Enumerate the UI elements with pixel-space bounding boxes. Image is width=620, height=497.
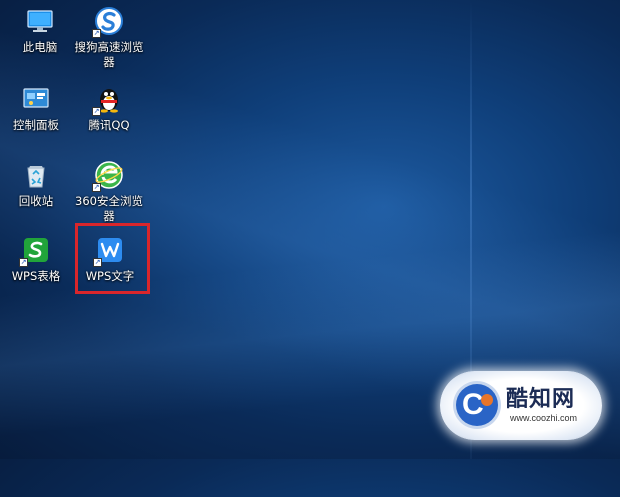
sogou-browser-icon: ↗ bbox=[92, 6, 124, 38]
desktop-icon-sogou-browser[interactable]: ↗ 搜狗高速浏览器 bbox=[74, 6, 144, 70]
highlight-box bbox=[75, 223, 150, 294]
shortcut-arrow-icon: ↗ bbox=[92, 29, 101, 38]
desktop-icon-this-pc[interactable]: 此电脑 bbox=[5, 6, 75, 55]
shortcut-arrow-icon: ↗ bbox=[92, 183, 101, 192]
360-browser-icon: ↗ bbox=[92, 160, 124, 192]
icon-label: 控制面板 bbox=[13, 118, 59, 132]
icon-label: WPS表格 bbox=[11, 269, 61, 283]
shortcut-arrow-icon: ↗ bbox=[92, 107, 101, 116]
desktop-icon-control-panel[interactable]: 控制面板 bbox=[1, 84, 71, 133]
computer-icon bbox=[25, 6, 55, 36]
wps-spreadsheet-icon: ↗ bbox=[19, 235, 51, 267]
coozhi-logo-icon: C bbox=[456, 384, 498, 426]
icon-label: 360安全浏览器 bbox=[75, 194, 143, 223]
icon-label: 搜狗高速浏览器 bbox=[74, 40, 144, 69]
control-panel-icon bbox=[21, 84, 51, 114]
desktop-icon-360-browser[interactable]: ↗ 360安全浏览器 bbox=[74, 160, 144, 224]
desktop-icon-recycle-bin[interactable]: 回收站 bbox=[1, 160, 71, 209]
logo-letter: C bbox=[462, 388, 484, 421]
logo-dot bbox=[481, 394, 493, 406]
icon-label: 回收站 bbox=[18, 194, 54, 208]
watermark: C 酷知网 www.coozhi.com bbox=[440, 371, 602, 440]
watermark-title: 酷知网 bbox=[506, 387, 576, 412]
desktop-icon-wps-spreadsheet[interactable]: ↗ WPS表格 bbox=[1, 235, 71, 284]
qq-penguin-icon: ↗ bbox=[92, 84, 124, 116]
shortcut-arrow-icon: ↗ bbox=[19, 258, 28, 267]
watermark-url: www.coozhi.com bbox=[510, 413, 578, 423]
icon-label: 此电脑 bbox=[22, 40, 58, 54]
icon-label: 腾讯QQ bbox=[88, 118, 130, 132]
recycle-bin-icon bbox=[21, 160, 51, 190]
desktop-icon-qq[interactable]: ↗ 腾讯QQ bbox=[74, 84, 144, 133]
